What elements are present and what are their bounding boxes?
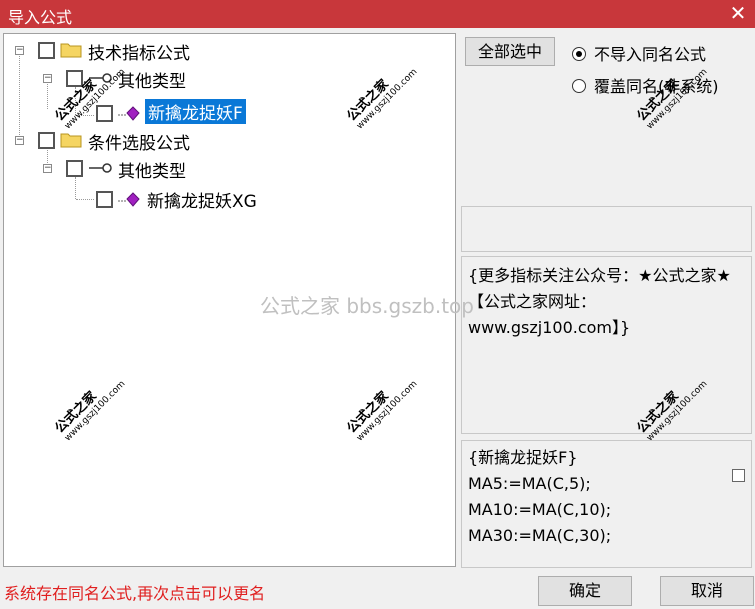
folder-icon <box>60 43 82 58</box>
tree-checkbox[interactable] <box>96 105 113 122</box>
key-icon <box>89 73 112 83</box>
collapse-toggle[interactable]: − <box>15 136 24 145</box>
code-checkbox[interactable] <box>732 469 745 482</box>
radio-overwrite[interactable]: 覆盖同名(非系统) <box>572 73 719 97</box>
tree-checkbox[interactable] <box>96 191 113 208</box>
radio-button[interactable] <box>572 47 586 61</box>
collapse-toggle[interactable]: − <box>43 164 52 173</box>
blank-panel <box>461 206 752 252</box>
tree-node-label: 新擒龙捉妖F <box>145 99 246 124</box>
folder-icon <box>60 133 82 148</box>
radio-label: 覆盖同名(非系统) <box>594 77 719 96</box>
tree-connector <box>75 177 76 199</box>
tree-node-label: 其他类型 <box>118 72 186 92</box>
code-line: MA5:=MA(C,5); <box>468 474 591 493</box>
formula-tree[interactable]: − 技术指标公式 − 其他类型 新擒龙捉妖F − 条件选股公式 − 其他类型 新… <box>3 33 456 567</box>
select-all-button[interactable]: 全部选中 <box>465 37 555 66</box>
close-button[interactable]: ✕ <box>727 2 749 24</box>
cancel-button[interactable]: 取消 <box>660 576 754 606</box>
tree-node-label: 其他类型 <box>118 162 186 182</box>
code-line: {新擒龙捉妖F} <box>468 448 578 467</box>
tree-checkbox[interactable] <box>38 132 55 149</box>
description-box: {更多指标关注公众号：★公式之家★ 【公式之家网址：www.gszj100.co… <box>461 256 752 434</box>
radio-no-import[interactable]: 不导入同名公式 <box>572 41 706 65</box>
collapse-toggle[interactable]: − <box>15 46 24 55</box>
ok-button[interactable]: 确定 <box>538 576 632 606</box>
formula-gem-icon <box>118 192 140 207</box>
status-message: 系统存在同名公式,再次点击可以更名 <box>4 584 266 603</box>
tree-node-label: 技术指标公式 <box>88 44 190 64</box>
tree-connector <box>76 199 94 200</box>
tree-connector <box>19 51 20 141</box>
radio-button[interactable] <box>572 79 586 93</box>
tree-checkbox[interactable] <box>38 42 55 59</box>
tree-checkbox[interactable] <box>66 160 83 177</box>
import-options: 全部选中 不导入同名公式 覆盖同名(非系统) <box>462 33 752 203</box>
formula-gem-icon <box>118 106 140 121</box>
radio-label: 不导入同名公式 <box>594 45 707 64</box>
window-title: 导入公式 <box>8 8 73 27</box>
tree-node-label: 条件选股公式 <box>88 134 190 154</box>
tree-connector <box>47 81 48 109</box>
code-line: MA10:=MA(C,10); <box>468 500 612 519</box>
title-bar: 导入公式 ✕ <box>0 0 755 28</box>
code-line: MA30:=MA(C,30); <box>468 526 612 545</box>
tree-connector <box>75 87 76 115</box>
tree-connector <box>76 115 94 116</box>
tree-checkbox[interactable] <box>66 70 83 87</box>
collapse-toggle[interactable]: − <box>43 74 52 83</box>
formula-code-box[interactable]: {新擒龙捉妖F} MA5:=MA(C,5); MA10:=MA(C,10); M… <box>461 440 752 568</box>
tree-node-label: 新擒龙捉妖XG <box>147 192 257 212</box>
key-icon <box>89 163 112 173</box>
